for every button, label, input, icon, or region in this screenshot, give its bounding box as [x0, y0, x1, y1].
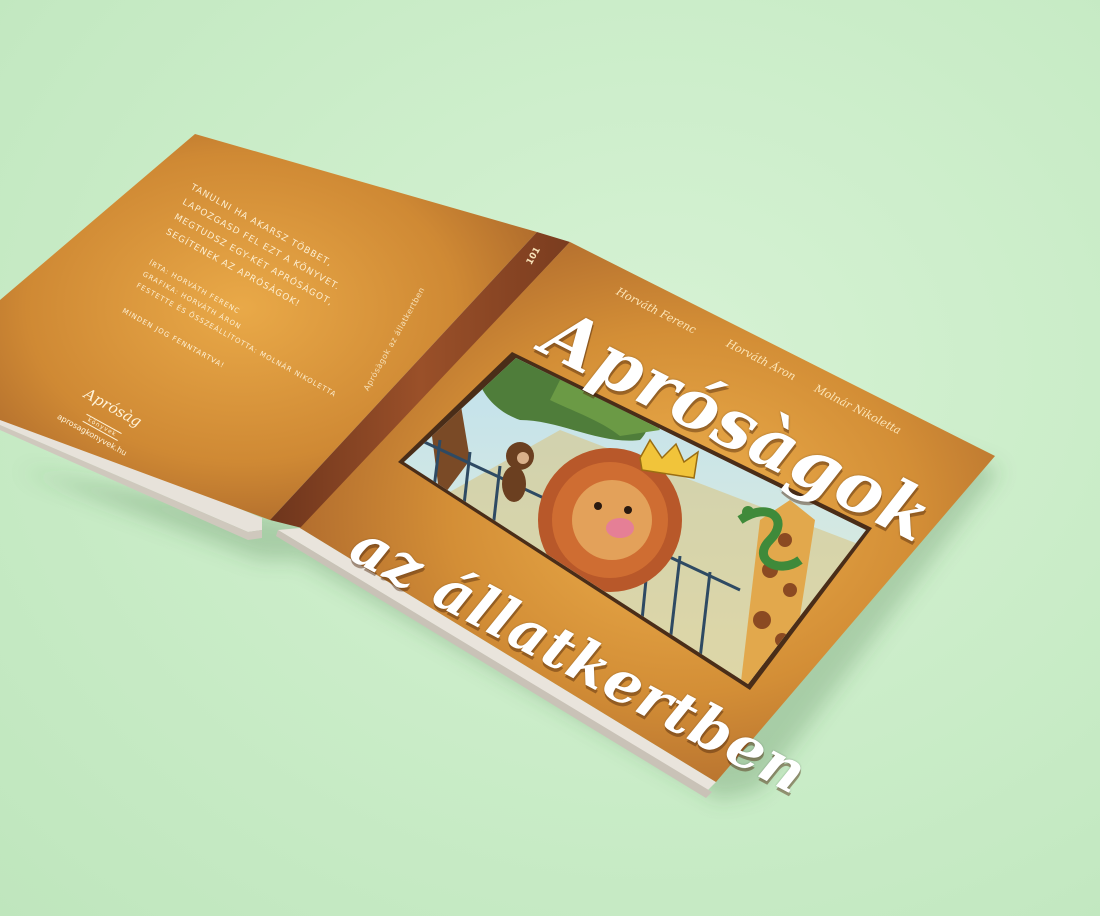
book-body-graphic	[0, 134, 1000, 800]
book-subtitle: az állatkertben	[340, 510, 819, 808]
spine-number: 101	[525, 245, 543, 267]
back-cover-text: Tanulni ha akarsz többet, lapozgasd fel …	[119, 180, 405, 433]
book-mockup-scene: Tanulni ha akarsz többet, lapozgasd fel …	[0, 0, 1100, 916]
